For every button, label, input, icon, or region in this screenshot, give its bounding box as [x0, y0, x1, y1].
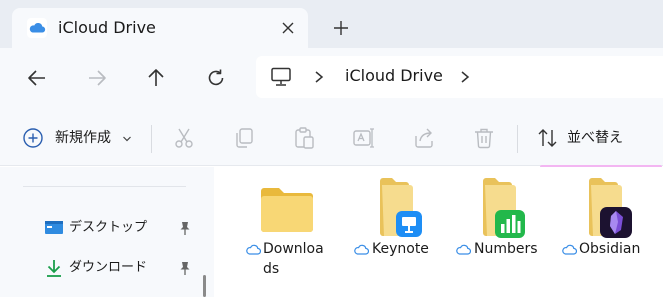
- file-name: Downloa: [263, 241, 324, 257]
- sort-button-label: 並べ替え: [567, 130, 623, 146]
- file-item-obsidian[interactable]: Obsidian: [553, 167, 653, 297]
- new-button-label: 新規作成: [55, 130, 111, 146]
- pin-icon[interactable]: [178, 260, 192, 276]
- up-button[interactable]: [145, 67, 167, 89]
- close-icon[interactable]: [278, 18, 298, 38]
- toolbar-divider: [517, 125, 518, 153]
- chevron-right-icon[interactable]: [459, 70, 471, 84]
- refresh-button[interactable]: [205, 67, 227, 89]
- arrow-left-icon: [28, 70, 45, 86]
- cloud-status-icon: [562, 244, 577, 255]
- sort-icon: [538, 129, 557, 147]
- file-item-downloads[interactable]: Downloa ds: [236, 167, 336, 297]
- pin-icon[interactable]: [178, 220, 192, 236]
- breadcrumb-icloud-drive[interactable]: iCloud Drive: [345, 65, 443, 87]
- refresh-icon: [208, 69, 224, 86]
- file-name: Obsidian: [579, 241, 641, 257]
- obsidian-icon: [600, 207, 632, 238]
- paste-icon[interactable]: [292, 126, 316, 150]
- plus-icon[interactable]: [331, 18, 351, 38]
- chevron-down-icon: [123, 136, 131, 142]
- sidebar-scrollbar[interactable]: [203, 275, 206, 297]
- folder-icon: [261, 188, 313, 232]
- forward-button[interactable]: [86, 67, 108, 89]
- back-button[interactable]: [26, 67, 48, 89]
- cloud-status-icon: [246, 244, 261, 255]
- sidebar-item-label: デスクトップ: [69, 220, 148, 235]
- sidebar-divider: [23, 186, 186, 187]
- cut-icon[interactable]: [172, 126, 196, 150]
- icloud-icon: [27, 18, 47, 38]
- sidebar-item-downloads[interactable]: ダウンロード: [44, 255, 200, 281]
- plus-circle-icon: [23, 128, 43, 148]
- download-icon: [47, 260, 61, 277]
- delete-icon[interactable]: [472, 126, 496, 150]
- navigation-bar: iCloud Drive: [0, 48, 663, 107]
- file-name: ds: [263, 261, 280, 277]
- sidebar-item-desktop[interactable]: デスクトップ: [44, 215, 200, 241]
- tab-icloud-drive[interactable]: iCloud Drive: [12, 8, 308, 48]
- numbers-icon: [495, 210, 525, 238]
- file-name: Numbers: [474, 241, 538, 257]
- command-bar: 新規作成 並べ替え: [0, 107, 663, 166]
- sidebar-item-label: ダウンロード: [69, 260, 148, 275]
- cloud-status-icon: [354, 244, 369, 255]
- chevron-right-icon[interactable]: [313, 70, 325, 84]
- arrow-up-icon: [148, 69, 164, 86]
- share-icon[interactable]: [412, 126, 436, 150]
- desktop-icon: [45, 221, 63, 234]
- file-item-numbers[interactable]: Numbers: [447, 167, 547, 297]
- this-pc-icon[interactable]: [270, 67, 292, 87]
- tab-bar: iCloud Drive: [0, 0, 663, 48]
- address-bar[interactable]: iCloud Drive: [256, 56, 663, 98]
- file-view: Downloa ds Keynote Numbers Obsidian: [214, 167, 663, 297]
- copy-icon[interactable]: [232, 126, 256, 150]
- tab-title: iCloud Drive: [58, 18, 156, 37]
- file-name: Keynote: [372, 241, 429, 257]
- keynote-icon: [396, 211, 422, 237]
- rename-icon[interactable]: [352, 126, 376, 150]
- arrow-right-icon: [89, 70, 106, 86]
- cloud-status-icon: [456, 244, 471, 255]
- navigation-pane: デスクトップ ダウンロード: [0, 167, 214, 297]
- toolbar-divider: [151, 125, 152, 153]
- file-item-keynote[interactable]: Keynote: [344, 167, 444, 297]
